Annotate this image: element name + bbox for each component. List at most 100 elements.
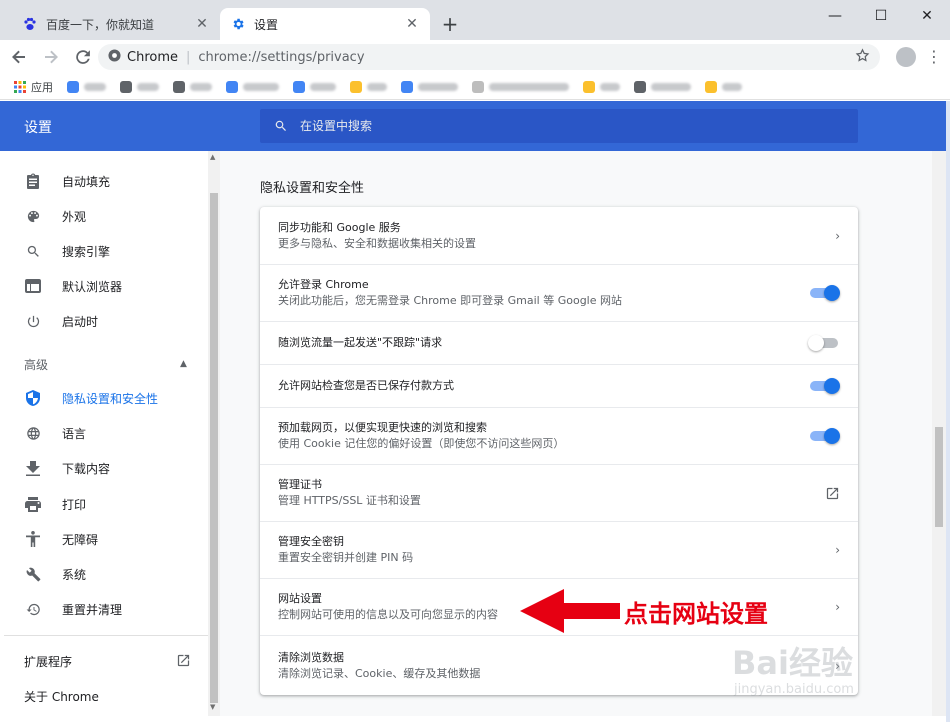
sidebar-item-search-engine[interactable]: 搜索引擎	[4, 236, 208, 266]
bookmark-favicon-icon	[67, 80, 79, 93]
scroll-down-icon[interactable]: ▼	[210, 703, 215, 711]
row-text: 随浏览流量一起发送"不跟踪"请求	[278, 335, 442, 351]
sidebar-item-system[interactable]: 系统	[4, 559, 208, 589]
bookmark-favicon-icon	[583, 80, 595, 93]
close-window-icon[interactable]: ✕	[904, 0, 950, 32]
sidebar-item-on-startup[interactable]: 启动时	[4, 306, 208, 336]
sidebar-scrollbar[interactable]: ▲ ▼	[208, 151, 220, 716]
bookmark-blurred[interactable]	[472, 80, 569, 93]
chrome-logo-icon	[108, 48, 121, 66]
row-title: 同步功能和 Google 服务	[278, 220, 401, 234]
profile-avatar-icon[interactable]	[896, 47, 916, 67]
row-manage-certificates[interactable]: 管理证书 管理 HTTPS/SSL 证书和设置	[260, 464, 858, 521]
sidebar-item-extensions[interactable]: 扩展程序	[4, 646, 208, 676]
new-tab-button[interactable]: +	[440, 14, 460, 34]
bookmark-favicon-icon	[705, 80, 717, 93]
row-text: 管理证书 管理 HTTPS/SSL 证书和设置	[278, 477, 421, 509]
bookmark-blurred[interactable]	[634, 80, 691, 93]
blurred-label	[489, 82, 569, 91]
chevron-right-icon[interactable]: ›	[835, 600, 840, 614]
sidebar-item-default-browser[interactable]: 默认浏览器	[4, 271, 208, 301]
sidebar-item-label: 打印	[62, 497, 87, 512]
bookmark-blurred[interactable]	[583, 80, 620, 93]
row-manage-security-keys[interactable]: 管理安全密钥 重置安全密钥并创建 PIN 码 ›	[260, 521, 858, 578]
blurred-label	[367, 82, 387, 91]
bookmark-apps[interactable]: 应用	[14, 79, 53, 95]
scrollbar-thumb[interactable]	[210, 193, 218, 703]
sidebar-item-accessibility[interactable]: 无障碍	[4, 524, 208, 554]
bookmark-blurred[interactable]	[67, 80, 106, 93]
chevron-right-icon[interactable]: ›	[835, 229, 840, 243]
sidebar-item-reset[interactable]: 重置并清理	[4, 594, 208, 624]
tab-close-icon[interactable]: ✕	[404, 16, 420, 32]
scroll-up-icon[interactable]: ▲	[210, 153, 215, 161]
scrollbar-thumb[interactable]	[935, 427, 943, 527]
advanced-section-label[interactable]: 高级	[24, 356, 48, 373]
sidebar-item-downloads[interactable]: 下载内容	[4, 453, 208, 483]
chrome-window: 百度一下，你就知道 ✕ 设置 ✕ + — ☐ ✕ Chrome | chrome…	[0, 0, 950, 722]
sidebar-item-printing[interactable]: 打印	[4, 489, 208, 519]
preload-toggle[interactable]	[810, 428, 840, 444]
chevron-right-icon[interactable]: ›	[835, 543, 840, 557]
sidebar-item-label: 关于 Chrome	[24, 689, 99, 704]
sidebar-item-label: 语言	[62, 426, 87, 441]
row-text: 允许登录 Chrome 关闭此功能后，您无需登录 Chrome 即可登录 Gma…	[278, 277, 622, 309]
palette-icon	[24, 207, 42, 225]
external-link-icon[interactable]	[825, 486, 840, 501]
download-icon	[24, 459, 42, 477]
row-preload-pages[interactable]: 预加载网页，以便实现更快速的浏览和搜索 使用 Cookie 记住您的偏好设置（即…	[260, 407, 858, 464]
bookmark-favicon-icon	[293, 80, 305, 93]
signin-toggle[interactable]	[810, 285, 840, 301]
row-sync-services[interactable]: 同步功能和 Google 服务 更多与隐私、安全和数据收集相关的设置 ›	[260, 207, 858, 264]
bookmark-favicon-icon	[226, 80, 238, 93]
sidebar-item-label: 隐私设置和安全性	[62, 391, 159, 406]
menu-kebab-icon[interactable]: ⋮	[926, 47, 942, 67]
sidebar-item-label: 外观	[62, 209, 87, 224]
search-input[interactable]	[298, 118, 818, 134]
do-not-track-toggle[interactable]	[808, 335, 840, 351]
accessibility-icon	[24, 530, 42, 548]
bookmark-blurred[interactable]	[226, 80, 279, 93]
maximize-icon[interactable]: ☐	[858, 0, 904, 32]
row-payment-methods[interactable]: 允许网站检查您是否已保存付款方式	[260, 364, 858, 407]
settings-search[interactable]	[260, 109, 858, 143]
tab-title: 设置	[254, 17, 279, 32]
minimize-icon[interactable]: —	[812, 0, 858, 32]
row-subtitle: 更多与隐私、安全和数据收集相关的设置	[278, 236, 476, 250]
row-title: 预加载网页，以便实现更快速的浏览和搜索	[278, 421, 487, 434]
bookmark-blurred[interactable]	[120, 80, 159, 93]
bookmark-blurred[interactable]	[401, 80, 458, 93]
bookmark-favicon-icon	[173, 80, 185, 93]
bookmark-blurred[interactable]	[173, 80, 212, 93]
main-scrollbar[interactable]	[932, 151, 946, 716]
row-allow-chrome-signin[interactable]: 允许登录 Chrome 关闭此功能后，您无需登录 Chrome 即可登录 Gma…	[260, 264, 858, 321]
row-subtitle: 关闭此功能后，您无需登录 Chrome 即可登录 Gmail 等 Google …	[278, 294, 623, 307]
search-icon	[274, 119, 288, 133]
row-text: 清除浏览数据 清除浏览记录、Cookie、缓存及其他数据	[278, 650, 480, 682]
bookmark-blurred[interactable]	[293, 80, 336, 93]
address-bar[interactable]: Chrome | chrome://settings/privacy	[98, 44, 880, 70]
caret-up-icon[interactable]: ▲	[180, 359, 187, 369]
sidebar-item-appearance[interactable]: 外观	[4, 201, 208, 231]
sidebar-item-privacy[interactable]: 隐私设置和安全性	[4, 383, 208, 413]
tab-close-icon[interactable]: ✕	[194, 16, 210, 32]
sidebar-item-about[interactable]: 关于 Chrome	[4, 681, 208, 711]
bookmark-blurred[interactable]	[350, 80, 387, 93]
settings-title: 设置	[24, 120, 52, 136]
bookmark-blurred[interactable]	[705, 80, 742, 93]
sidebar-item-label: 重置并清理	[62, 602, 123, 617]
tab-baidu[interactable]: 百度一下，你就知道 ✕	[12, 8, 220, 40]
sidebar-item-autofill[interactable]: 自动填充	[4, 166, 208, 196]
window-border	[946, 101, 950, 722]
tab-settings[interactable]: 设置 ✕	[220, 8, 430, 40]
row-do-not-track[interactable]: 随浏览流量一起发送"不跟踪"请求	[260, 321, 858, 364]
payment-check-toggle[interactable]	[810, 378, 840, 394]
reload-icon[interactable]	[70, 44, 96, 70]
bookmark-star-icon[interactable]	[855, 47, 870, 67]
sidebar-item-languages[interactable]: 语言	[4, 418, 208, 448]
forward-arrow-icon[interactable]	[38, 44, 64, 70]
back-arrow-icon[interactable]	[6, 44, 32, 70]
bookmark-label: 应用	[31, 80, 53, 94]
external-link-icon	[176, 653, 191, 668]
settings-header: 设置	[0, 101, 946, 151]
